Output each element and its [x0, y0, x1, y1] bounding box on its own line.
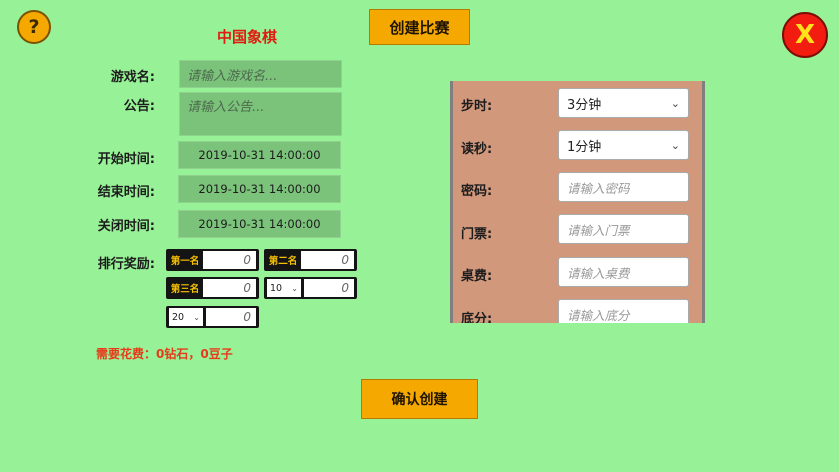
chevron-down-icon: ⌄ — [193, 312, 200, 322]
password-label: 密码: — [461, 184, 493, 199]
start-time-field[interactable]: 2019-10-31 14:00:00 — [178, 141, 341, 169]
rank4-select[interactable]: 10 ⌄ — [267, 279, 301, 297]
base-score-label: 底分: — [461, 312, 493, 323]
close-icon: X — [794, 20, 816, 50]
cost-text: 需要花费：0钻石，0豆子 — [96, 347, 233, 361]
reward-third-tag: 第三名 — [170, 284, 200, 295]
create-match-button[interactable]: 创建比赛 — [369, 9, 470, 45]
close-time-field[interactable]: 2019-10-31 14:00:00 — [178, 210, 341, 238]
reward-second-input[interactable]: 0 — [301, 251, 354, 269]
end-time-label: 结束时间: — [97, 185, 155, 200]
confirm-create-button[interactable]: 确认创建 — [361, 379, 478, 419]
reward-third-input[interactable]: 0 — [203, 279, 256, 297]
table-fee-label: 桌费: — [461, 269, 493, 284]
reward-first-input[interactable]: 0 — [203, 251, 256, 269]
table-fee-input[interactable]: 请输入桌费 — [558, 257, 689, 287]
read-seconds-label: 读秒: — [461, 142, 493, 157]
close-button[interactable]: X — [782, 12, 828, 58]
step-time-select[interactable]: 3分钟 ⌄ — [558, 88, 689, 118]
start-time-label: 开始时间: — [97, 152, 155, 167]
rank4-select-value: 10 — [270, 282, 283, 294]
reward-rank4-input[interactable]: 0 — [304, 279, 354, 297]
reward-second: 第二名 0 — [264, 249, 357, 271]
base-score-input[interactable]: 请输入底分 — [558, 299, 689, 323]
read-seconds-value: 1分钟 — [567, 139, 602, 155]
page-title: 中国象棋 — [216, 28, 277, 46]
reward-first: 第一名 0 — [166, 249, 259, 271]
rank5-select-value: 20 — [172, 311, 185, 323]
reward-rank5: 20 ⌄ 0 — [166, 306, 259, 328]
ticket-label: 门票: — [461, 227, 493, 242]
reward-third: 第三名 0 — [166, 277, 259, 299]
close-time-label: 关闭时间: — [97, 219, 155, 234]
reward-rank5-input[interactable]: 0 — [206, 308, 256, 326]
chevron-down-icon: ⌄ — [670, 96, 680, 110]
step-time-value: 3分钟 — [567, 97, 602, 113]
game-name-label: 游戏名: — [110, 70, 155, 85]
reward-second-tag: 第二名 — [268, 256, 298, 267]
notice-label: 公告: — [123, 99, 155, 114]
read-seconds-select[interactable]: 1分钟 ⌄ — [558, 130, 689, 160]
rank5-select[interactable]: 20 ⌄ — [169, 308, 203, 326]
create-match-screen: ? 创建比赛 X 中国象棋 游戏名: 请输入游戏名... 公告: 请输入公告..… — [0, 0, 839, 472]
end-time-field[interactable]: 2019-10-31 14:00:00 — [178, 175, 341, 203]
settings-panel[interactable]: 步时: 3分钟 ⌄ 读秒: 1分钟 ⌄ 密码: 请输入密码 门票: 请输入门票 … — [450, 81, 705, 323]
notice-input[interactable]: 请输入公告... — [179, 92, 342, 136]
reward-first-tag: 第一名 — [170, 256, 200, 267]
reward-rank4: 10 ⌄ 0 — [264, 277, 357, 299]
question-icon: ? — [28, 16, 40, 38]
chevron-down-icon: ⌄ — [291, 283, 298, 293]
rank-reward-label: 排行奖励: — [97, 257, 155, 272]
chevron-down-icon: ⌄ — [670, 138, 680, 152]
step-time-label: 步时: — [461, 99, 493, 114]
help-button[interactable]: ? — [17, 10, 51, 44]
ticket-input[interactable]: 请输入门票 — [558, 214, 689, 244]
game-name-input[interactable]: 请输入游戏名... — [179, 60, 342, 88]
password-input[interactable]: 请输入密码 — [558, 172, 689, 202]
